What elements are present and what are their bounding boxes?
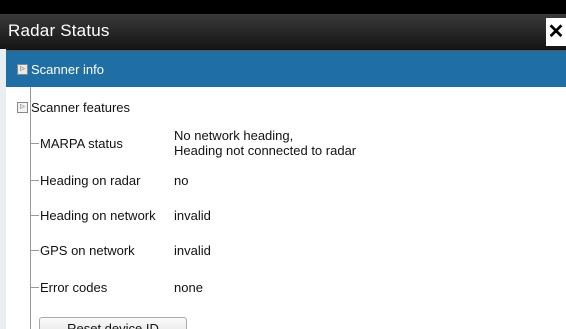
- field-label: Error codes: [40, 279, 108, 295]
- field-value: No network heading, Heading not connecte…: [174, 128, 356, 158]
- tree-branch-line: [30, 179, 39, 181]
- tree-branch-line: [30, 249, 39, 251]
- field-value-line: Heading not connected to radar: [174, 143, 357, 158]
- field-label: GPS on network: [40, 242, 135, 258]
- field-row-gps-on-network: GPS on network invalid: [6, 232, 566, 268]
- expand-arrow-icon[interactable]: ▷: [17, 101, 28, 113]
- field-label: Heading on radar: [40, 172, 141, 188]
- field-row-marpa-status: MARPA status No network heading, Heading…: [6, 125, 566, 161]
- field-row-heading-on-radar: Heading on radar no: [6, 162, 566, 198]
- field-row-heading-on-network: Heading on network invalid: [6, 197, 566, 233]
- field-value: none: [174, 279, 203, 295]
- close-button[interactable]: ✕: [546, 18, 566, 46]
- field-value: invalid: [174, 207, 211, 223]
- field-label: MARPA status: [40, 135, 123, 151]
- tree-node-scanner-info[interactable]: ▷ Scanner info: [6, 51, 566, 87]
- field-value: no: [174, 172, 189, 188]
- tree-branch-line: [30, 142, 39, 144]
- field-label: Heading on network: [40, 207, 156, 223]
- reset-device-id-button[interactable]: Reset device ID: [39, 317, 187, 329]
- tree-node-scanner-features[interactable]: ▷ Scanner features: [6, 89, 566, 125]
- field-value: invalid: [174, 242, 211, 258]
- radar-status-dialog: Radar Status ✕ ▷ Scanner info ▷ Scanner …: [0, 14, 566, 329]
- dialog-titlebar: Radar Status ✕: [0, 14, 566, 51]
- tree-node-label: Scanner info: [31, 61, 104, 77]
- close-icon: ✕: [547, 21, 565, 43]
- tree-branch-line: [30, 286, 39, 288]
- expand-arrow-icon[interactable]: ▷: [17, 63, 28, 75]
- field-value-line: No network heading,: [174, 128, 294, 143]
- tree-node-label: Scanner features: [31, 99, 131, 115]
- dialog-content: ▷ Scanner info ▷ Scanner features MARPA …: [6, 51, 566, 329]
- tree-branch-line: [30, 214, 39, 216]
- dialog-title: Radar Status: [8, 21, 110, 40]
- field-row-error-codes: Error codes none: [6, 269, 566, 305]
